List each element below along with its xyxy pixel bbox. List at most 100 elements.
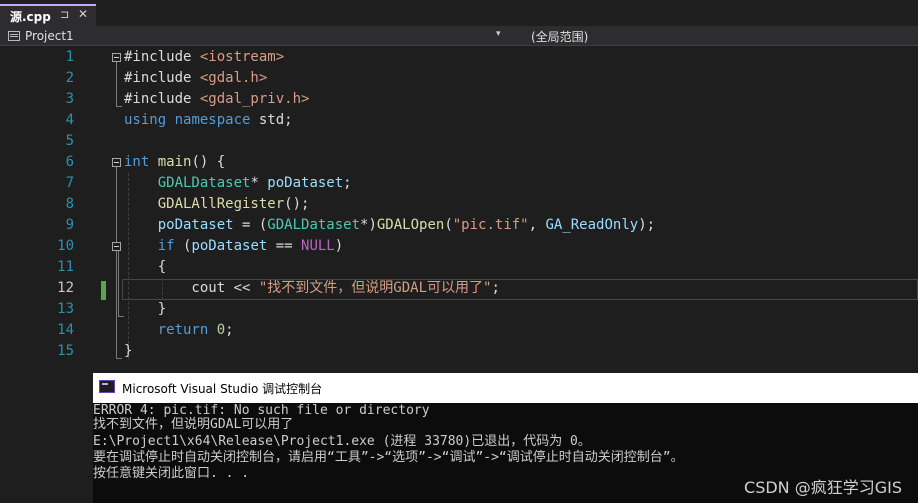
code-token: poDataset xyxy=(191,238,268,254)
code-token: (); xyxy=(284,196,310,212)
code-token: cout << xyxy=(124,280,259,296)
close-icon[interactable]: ✕ xyxy=(78,7,88,21)
line-number: 5 xyxy=(65,133,74,149)
code-token: ( xyxy=(444,217,453,233)
code-text: #include <gdal_priv.h> xyxy=(124,89,309,110)
code-token: #include xyxy=(124,91,200,107)
code-token: "找不到文件，但说明GDAL可以用了" xyxy=(258,280,492,296)
line-number: 9 xyxy=(65,217,74,233)
code-token: GA_ReadOnly xyxy=(545,217,639,233)
scope-dropdown[interactable]: (全局范围) xyxy=(531,28,588,45)
code-line[interactable]: 11 { xyxy=(0,257,918,278)
code-token: poDataset xyxy=(267,175,344,191)
code-editor[interactable]: 1 #include <iostream> 2 #include <gdal.h> 3 #… xyxy=(0,47,918,372)
console-line: 要在调试停止时自动关闭控制台，请启用“工具”->“选项”->“调试”->“调试停… xyxy=(93,450,684,465)
project-label: Project1 xyxy=(25,28,74,43)
code-line[interactable]: 1 #include <iostream> xyxy=(0,47,918,68)
code-token: == xyxy=(267,238,302,254)
code-text: using namespace std; xyxy=(124,110,293,131)
code-text: return 0; xyxy=(124,320,234,341)
code-line[interactable]: 9 poDataset = (GDALDataset*)GDALOpen("pi… xyxy=(0,215,918,236)
code-token: NULL xyxy=(301,238,335,254)
code-text: GDALDataset* poDataset; xyxy=(124,173,352,194)
code-token: *) xyxy=(360,217,377,233)
code-token: ) xyxy=(334,238,344,254)
line-number: 6 xyxy=(65,154,74,170)
code-token: = ( xyxy=(233,217,268,233)
project-dropdown[interactable]: Project1 ▾ xyxy=(8,27,508,44)
code-text: } xyxy=(124,299,166,320)
code-line[interactable]: 10 if (poDataset == NULL) xyxy=(0,236,918,257)
code-text: int main() { xyxy=(124,152,225,173)
watermark: CSDN @疯狂学习GIS xyxy=(744,478,902,497)
console-title: Microsoft Visual Studio 调试控制台 xyxy=(122,382,323,396)
code-token: () { xyxy=(191,154,226,170)
code-token: , xyxy=(528,217,546,233)
navigation-bar: Project1 ▾ (全局范围) xyxy=(0,26,918,46)
code-token: if xyxy=(157,238,175,254)
code-token: namespace xyxy=(174,112,251,128)
pin-icon[interactable]: ⊐ xyxy=(60,8,69,21)
line-number: 4 xyxy=(65,112,74,128)
code-token: int xyxy=(124,154,150,170)
code-text: #include <iostream> xyxy=(124,47,284,68)
console-line: ERROR 4: pic.tif: No such file or direct… xyxy=(93,403,430,418)
code-line[interactable]: 2 #include <gdal.h> xyxy=(0,68,918,89)
console-line: E:\Project1\x64\Release\Project1.exe (进程… xyxy=(93,434,591,449)
line-number: 7 xyxy=(65,175,74,191)
project-icon xyxy=(8,30,20,41)
code-line[interactable]: 4 using namespace std; xyxy=(0,110,918,131)
code-token: poDataset xyxy=(157,217,234,233)
code-token: } xyxy=(124,301,167,317)
code-text: #include <gdal.h> xyxy=(124,68,267,89)
code-line[interactable]: 3 #include <gdal_priv.h> xyxy=(0,89,918,110)
line-number: 2 xyxy=(65,70,74,86)
code-token: { xyxy=(124,259,167,275)
editor-tab-strip: 源.cpp ⊐ ✕ xyxy=(0,0,918,26)
code-line[interactable]: 8 GDALAllRegister(); xyxy=(0,194,918,215)
code-token: using xyxy=(124,112,167,128)
code-token: "pic.tif" xyxy=(452,217,529,233)
code-line[interactable]: 7 GDALDataset* poDataset; xyxy=(0,173,918,194)
code-token: <gdal.h> xyxy=(199,70,268,86)
code-line[interactable]: 12 cout << "找不到文件，但说明GDAL可以用了"; xyxy=(0,278,918,299)
code-token: GDALDataset xyxy=(157,175,251,191)
code-token: #include xyxy=(124,49,200,65)
line-number: 12 xyxy=(57,280,74,296)
code-token: GDALDataset xyxy=(267,217,361,233)
chevron-down-icon[interactable]: ▾ xyxy=(496,29,501,39)
console-line: 找不到文件，但说明GDAL可以用了 xyxy=(93,417,294,432)
code-token: #include xyxy=(124,70,200,86)
code-token: GDALOpen xyxy=(376,217,445,233)
tab-title: 源.cpp xyxy=(10,9,51,24)
code-line[interactable]: 14 return 0; xyxy=(0,320,918,341)
console-titlebar[interactable]: Microsoft Visual Studio 调试控制台 xyxy=(93,373,918,403)
code-token: ); xyxy=(638,217,656,233)
code-token: ( xyxy=(174,238,192,254)
line-number: 14 xyxy=(57,322,74,338)
code-token: ; xyxy=(225,322,234,338)
code-line[interactable]: 6 int main() { xyxy=(0,152,918,173)
tab-source-cpp[interactable]: 源.cpp ⊐ ✕ xyxy=(0,4,96,26)
code-token: } xyxy=(124,343,133,359)
code-token: 0 xyxy=(216,322,226,338)
code-text: GDALAllRegister(); xyxy=(124,194,310,215)
line-number: 3 xyxy=(65,91,74,107)
code-text: { xyxy=(124,257,166,278)
code-line[interactable]: 15} xyxy=(0,341,918,362)
console-line: 按任意键关闭此窗口. . . xyxy=(93,466,250,481)
code-token: <gdal_priv.h> xyxy=(199,91,310,107)
code-line[interactable]: 13 } xyxy=(0,299,918,320)
code-line[interactable]: 5 xyxy=(0,131,918,152)
code-token: return xyxy=(157,322,209,338)
code-text: } xyxy=(124,341,132,362)
code-token: <iostream> xyxy=(199,49,285,65)
line-number: 13 xyxy=(57,301,74,317)
